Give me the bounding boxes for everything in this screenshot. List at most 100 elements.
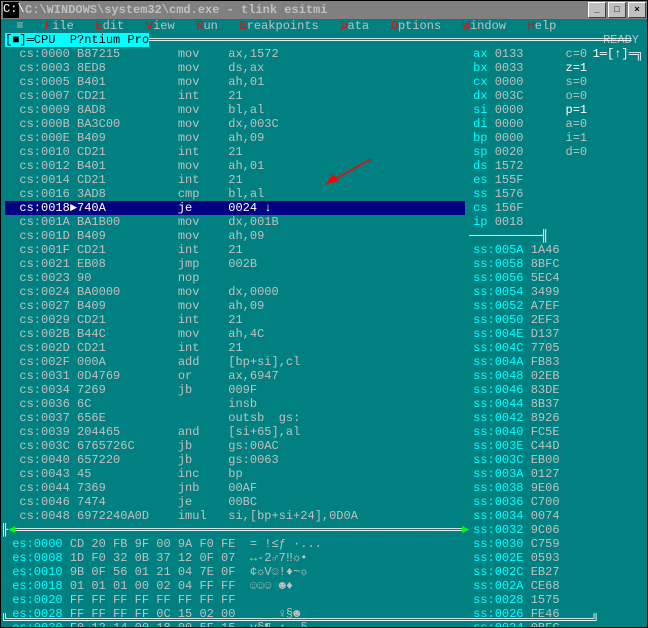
stack-row[interactable]: ss:004C 7705 — [473, 341, 559, 355]
register-di[interactable]: di 0000 — [473, 117, 559, 131]
disasm-row[interactable]: cs:0037 656E outsb gs: — [5, 411, 465, 425]
close-button[interactable]: × — [628, 2, 646, 18]
stack-row[interactable]: ss:0034 0074 — [473, 509, 559, 523]
maximize-button[interactable]: □ — [608, 2, 626, 18]
stack-row[interactable]: ss:003A 0127 — [473, 467, 559, 481]
disasm-row[interactable]: cs:0046 7474 je 00BC — [5, 495, 465, 509]
disasm-row[interactable]: cs:0048 6972240A0D imul si,[bp+si+24],0D… — [5, 509, 465, 523]
register-es[interactable]: es 155F — [473, 173, 559, 187]
register-bx[interactable]: bx 0033 — [473, 61, 559, 75]
flags-pane[interactable]: c=0z=1s=0o=0p=1a=0i=1d=0 — [564, 47, 593, 159]
stack-row[interactable]: ss:0054 3499 — [473, 285, 559, 299]
stack-row[interactable]: ss:0056 5EC4 — [473, 271, 559, 285]
stack-row[interactable]: ss:0046 83DE — [473, 383, 559, 397]
sysmenu-icon[interactable]: C:\ — [3, 2, 19, 18]
register-ss[interactable]: ss 1576 — [473, 187, 559, 201]
dump-row[interactable]: es:0030 F0 12 14 00 18 00 5F 15 v§¶ ↑ _§ — [5, 621, 465, 628]
dump-row[interactable]: es:0020 FF FF FF FF FF FF FF FF — [5, 593, 465, 607]
stack-row[interactable]: ss:0042 8926 — [473, 411, 559, 425]
dump-row[interactable]: es:0010 9B 0F 56 01 21 04 7E 0F ¢☼V☺!♦~☼ — [5, 565, 465, 579]
stack-row[interactable]: ss:002E 0593 — [473, 551, 559, 565]
scroll-left-icon[interactable]: ◄ — [8, 523, 15, 537]
flag-a[interactable]: a=0 — [566, 117, 591, 131]
stack-row[interactable]: ss:004A FB83 — [473, 355, 559, 369]
register-ds[interactable]: ds 1572 — [473, 159, 559, 173]
disasm-row[interactable]: cs:0014 CD21 int 21 — [5, 173, 465, 187]
flag-p[interactable]: p=1 — [566, 103, 591, 117]
stack-row[interactable]: ss:0028 1575 — [473, 593, 559, 607]
register-cs[interactable]: cs 156F — [473, 201, 559, 215]
disasm-row[interactable]: cs:0036 6C insb — [5, 397, 465, 411]
register-ip[interactable]: ip 0018 — [473, 215, 559, 229]
flag-z[interactable]: z=1 — [566, 61, 591, 75]
flag-i[interactable]: i=1 — [566, 131, 591, 145]
disasm-row[interactable]: cs:000E B409 mov ah,09 — [5, 131, 465, 145]
stack-row[interactable]: ss:0036 C700 — [473, 495, 559, 509]
disasm-row[interactable]: cs:0005 B401 mov ah,01 — [5, 75, 465, 89]
menu-bar[interactable]: ≡ File Edit View Run Breakpoints Data Op… — [1, 19, 647, 33]
disasm-row[interactable]: cs:0023 90 nop — [5, 271, 465, 285]
disasm-row[interactable]: cs:002D CD21 int 21 — [5, 341, 465, 355]
title-bar[interactable]: C:\ C:\WINDOWS\system32\cmd.exe - tlink … — [0, 0, 648, 19]
disasm-row[interactable]: cs:0027 B409 mov ah,09 — [5, 299, 465, 313]
stack-row[interactable]: ss:002C EB27 — [473, 565, 559, 579]
disasm-row[interactable]: cs:0029 CD21 int 21 — [5, 313, 465, 327]
scroll-right-icon[interactable]: ► — [462, 523, 469, 537]
disasm-row[interactable]: cs:0003 8ED8 mov ds,ax — [5, 61, 465, 75]
disasm-row[interactable]: cs:0016 3AD8 cmp bl,al — [5, 187, 465, 201]
stack-row[interactable]: ss:003E C44D — [473, 439, 559, 453]
registers-pane[interactable]: ax 0133bx 0033cx 0000dx 003Csi 0000di 00… — [469, 47, 563, 229]
stack-row[interactable]: ss:0058 8BFC — [473, 257, 559, 271]
dump-row[interactable]: es:0000 CD 20 FB 9F 00 9A F0 FE = !≤ƒ ·.… — [5, 537, 465, 551]
disasm-row[interactable]: cs:0040 657220 jb gs:0063 — [5, 453, 465, 467]
disasm-row[interactable]: cs:001D B409 mov ah,09 — [5, 229, 465, 243]
disasm-row[interactable]: cs:0024 BA0000 mov dx,0000 — [5, 285, 465, 299]
stack-row[interactable]: ss:0032 9C06 — [473, 523, 559, 537]
register-cx[interactable]: cx 0000 — [473, 75, 559, 89]
stack-row[interactable]: ss:004E D137 — [473, 327, 559, 341]
disasm-row[interactable]: cs:0043 45 inc bp — [5, 467, 465, 481]
disasm-row[interactable]: cs:0009 8AD8 mov bl,al — [5, 103, 465, 117]
disasm-row[interactable]: cs:0000 B87215 mov ax,1572 — [5, 47, 465, 61]
disasm-row[interactable]: cs:0039 204465 and [si+65],al — [5, 425, 465, 439]
disasm-row[interactable]: cs:0021 EB08 jmp 002B — [5, 257, 465, 271]
stack-row[interactable]: ss:002A CE68 — [473, 579, 559, 593]
disasm-row[interactable]: cs:0010 CD21 int 21 — [5, 145, 465, 159]
flag-o[interactable]: o=0 — [566, 89, 591, 103]
disasm-row[interactable]: cs:002B B44C mov ah,4C — [5, 327, 465, 341]
register-sp[interactable]: sp 0020 — [473, 145, 559, 159]
stack-row[interactable]: ss:0038 9E06 — [473, 481, 559, 495]
disasm-row[interactable]: cs:0044 7369 jnb 00AF — [5, 481, 465, 495]
dump-row[interactable]: es:0018 01 01 01 00 02 04 FF FF ☺☺☺ ☻♦ — [5, 579, 465, 593]
flag-s[interactable]: s=0 — [566, 75, 591, 89]
stack-row[interactable]: ss:0052 A7EF — [473, 299, 559, 313]
dump-row[interactable]: es:0008 1D F0 32 0B 37 12 0F 07 ↔-2♂7‼☼• — [5, 551, 465, 565]
register-dx[interactable]: dx 003C — [473, 89, 559, 103]
stack-row[interactable]: ss:0044 8B37 — [473, 397, 559, 411]
disasm-row[interactable]: cs:0031 0D4769 or ax,6947 — [5, 369, 465, 383]
disasm-row[interactable]: cs:0018►740A je 0024 ↓ — [5, 201, 465, 215]
minimize-button[interactable]: _ — [588, 2, 606, 18]
stack-row[interactable]: ss:0050 2EF3 — [473, 313, 559, 327]
stack-row[interactable]: ss:005A 1A46 — [473, 243, 559, 257]
disasm-row[interactable]: cs:0007 CD21 int 21 — [5, 89, 465, 103]
memory-dump-pane[interactable]: es:0000 CD 20 FB 9F 00 9A F0 FE = !≤ƒ ·.… — [1, 537, 469, 628]
disasm-row[interactable]: cs:0034 7269 jb 009F — [5, 383, 465, 397]
disassembly-pane[interactable]: cs:0000 B87215 mov ax,1572 cs:0003 8ED8 … — [1, 47, 469, 523]
stack-pane[interactable]: ss:005A 1A46ss:0058 8BFCss:0056 5EC4ss:0… — [469, 243, 563, 628]
disasm-row[interactable]: cs:0012 B401 mov ah,01 — [5, 159, 465, 173]
disasm-row[interactable]: cs:001F CD21 int 21 — [5, 243, 465, 257]
disasm-row[interactable]: cs:003C 6765726C jb gs:00AC — [5, 439, 465, 453]
dump-row[interactable]: es:0028 FF FF FF FF 0C 15 02 00 ♀§☻ — [5, 607, 465, 621]
register-bp[interactable]: bp 0000 — [473, 131, 559, 145]
flag-d[interactable]: d=0 — [566, 145, 591, 159]
disasm-row[interactable]: cs:002F 000A add [bp+si],cl — [5, 355, 465, 369]
disasm-row[interactable]: cs:001A BA1B00 mov dx,001B — [5, 215, 465, 229]
stack-row[interactable]: ss:0030 C759 — [473, 537, 559, 551]
register-ax[interactable]: ax 0133 — [473, 47, 559, 61]
stack-row[interactable]: ss:003C EB00 — [473, 453, 559, 467]
register-si[interactable]: si 0000 — [473, 103, 559, 117]
flag-c[interactable]: c=0 — [566, 47, 591, 61]
stack-row[interactable]: ss:0040 FC5E — [473, 425, 559, 439]
disasm-row[interactable]: cs:000B BA3C00 mov dx,003C — [5, 117, 465, 131]
